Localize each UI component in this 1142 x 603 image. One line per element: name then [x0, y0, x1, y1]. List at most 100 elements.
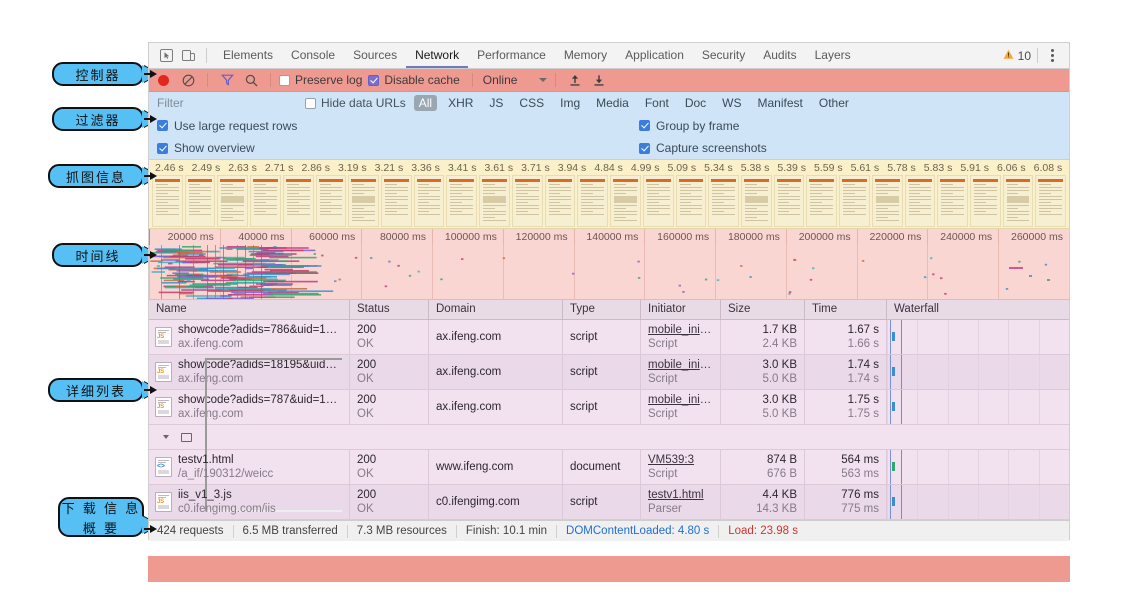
- dom-content-loaded-marker: [889, 390, 891, 424]
- throttling-select[interactable]: Online: [481, 73, 548, 87]
- filmstrip-frame[interactable]: [152, 175, 183, 227]
- type-filter-xhr[interactable]: XHR: [443, 95, 478, 111]
- name-cell[interactable]: JS showcode?adids=786&uid=1565... ax.ifeng…: [149, 320, 349, 354]
- network-overview-timeline[interactable]: 20000 ms 40000 ms 60000 ms 80000 ms 100000 m…: [149, 229, 1069, 300]
- filmstrip-frame[interactable]: [806, 175, 838, 227]
- filmstrip-frame[interactable]: [969, 175, 1001, 227]
- filmstrip-frame[interactable]: [904, 175, 936, 227]
- type-filter-js[interactable]: JS: [484, 95, 508, 111]
- tab-elements[interactable]: Elements: [214, 43, 282, 68]
- record-button[interactable]: [158, 74, 169, 86]
- initiator-link[interactable]: VM539:3: [648, 453, 713, 467]
- initiator-cell[interactable]: VM539:3 Script: [640, 450, 720, 484]
- filmstrip-frame[interactable]: [250, 175, 281, 227]
- use-large-request-rows-checkbox[interactable]: Use large request rows: [157, 119, 297, 133]
- filmstrip-frame[interactable]: [937, 175, 968, 227]
- warning-badge[interactable]: 10: [1003, 49, 1031, 63]
- initiator-cell[interactable]: mobile_inice...Script: [640, 355, 720, 389]
- table-row[interactable]: JS iis_v1_3.js c0.ifengimg.com/iis 200 OK c0.…: [149, 485, 1069, 520]
- filmstrip-frame[interactable]: [1002, 175, 1034, 227]
- tab-sources[interactable]: Sources: [344, 43, 406, 68]
- column-header-domain[interactable]: Domain: [428, 300, 562, 319]
- filmstrip-frame[interactable]: [184, 175, 216, 227]
- preserve-log-checkbox[interactable]: Preserve log: [279, 73, 362, 87]
- filmstrip-frame[interactable]: [348, 175, 380, 227]
- column-header-type[interactable]: Type: [562, 300, 640, 319]
- tab-network[interactable]: Network: [406, 43, 468, 68]
- column-header-name[interactable]: Name: [149, 300, 349, 319]
- filter-funnel-icon[interactable]: [216, 71, 238, 90]
- filmstrip-frame[interactable]: [577, 175, 609, 227]
- tab-audits[interactable]: Audits: [754, 43, 805, 68]
- type-filter-manifest[interactable]: Manifest: [753, 95, 808, 111]
- inspect-cursor-icon[interactable]: [155, 46, 177, 66]
- column-header-status[interactable]: Status: [349, 300, 428, 319]
- initiator-link[interactable]: mobile_inice...: [648, 393, 713, 407]
- type-filter-css[interactable]: CSS: [514, 95, 549, 111]
- filmstrip-frame[interactable]: [413, 175, 445, 227]
- initiator-link[interactable]: mobile_inice...: [648, 323, 713, 337]
- filmstrip-frame[interactable]: [773, 175, 805, 227]
- type-filter-other[interactable]: Other: [814, 95, 854, 111]
- import-har-icon[interactable]: [564, 71, 586, 90]
- filmstrip-frame[interactable]: [871, 175, 903, 227]
- column-header-initiator[interactable]: Initiator: [640, 300, 720, 319]
- filmstrip-frame[interactable]: [1035, 175, 1067, 227]
- filmstrip-frame[interactable]: [675, 175, 707, 227]
- filmstrip-frame[interactable]: [544, 175, 576, 227]
- group-by-frame-checkbox[interactable]: Group by frame: [639, 119, 739, 133]
- filter-input[interactable]: Filter: [157, 96, 305, 110]
- disable-cache-checkbox[interactable]: Disable cache: [368, 73, 460, 87]
- initiator-link[interactable]: testv1.html: [648, 488, 713, 502]
- capture-screenshots-checkbox[interactable]: Capture screenshots: [639, 141, 767, 155]
- filmstrip-frame[interactable]: [446, 175, 478, 227]
- table-row[interactable]: <> testv1.html/a_if/190312/weicc 200 OK www.…: [149, 450, 1069, 485]
- filmstrip-frame[interactable]: [708, 175, 739, 227]
- device-toolbar-icon[interactable]: [177, 46, 199, 66]
- tab-memory[interactable]: Memory: [555, 43, 616, 68]
- initiator-cell[interactable]: testv1.html Parser: [640, 485, 720, 519]
- filmstrip-frame[interactable]: [740, 175, 772, 227]
- search-icon[interactable]: [240, 71, 262, 90]
- type-filter-img[interactable]: Img: [555, 95, 585, 111]
- column-header-waterfall[interactable]: Waterfall: [886, 300, 1069, 319]
- network-request-table: Name Status Domain Type Initiator Size T…: [149, 300, 1069, 520]
- toolbar-divider: [206, 48, 207, 63]
- initiator-kind: Parser: [648, 503, 682, 515]
- initiator-cell[interactable]: mobile_inice...Script: [640, 390, 720, 424]
- type-filter-ws[interactable]: WS: [717, 95, 746, 111]
- show-overview-checkbox[interactable]: Show overview: [157, 141, 255, 155]
- filmstrip-frame[interactable]: [610, 175, 641, 227]
- table-group-row[interactable]: </span></div><div class="cell col-status…: [149, 358, 1069, 512]
- type-filter-all[interactable]: All: [413, 95, 438, 111]
- type-filter-doc[interactable]: Doc: [680, 95, 711, 111]
- filmstrip-frame[interactable]: [642, 175, 674, 227]
- type-filter-media[interactable]: Media: [591, 95, 634, 111]
- tab-security[interactable]: Security: [693, 43, 754, 68]
- filmstrip-frame[interactable]: [282, 175, 314, 227]
- initiator-cell[interactable]: mobile_inice...Script: [640, 320, 720, 354]
- filmstrip-frame[interactable]: [381, 175, 412, 227]
- filmstrip-frame[interactable]: [839, 175, 870, 227]
- hide-data-urls-checkbox[interactable]: Hide data URLs: [305, 96, 406, 110]
- clear-button[interactable]: [177, 71, 199, 90]
- filmstrip-frame[interactable]: [315, 175, 347, 227]
- kebab-menu-icon[interactable]: [1044, 49, 1061, 62]
- tab-layers[interactable]: Layers: [806, 43, 860, 68]
- summary-finish: Finish: 10.1 min: [455, 524, 556, 538]
- tab-application[interactable]: Application: [616, 43, 693, 68]
- table-row[interactable]: JS showcode?adids=786&uid=1565... ax.ifeng…: [149, 320, 1069, 355]
- filmstrip-frame[interactable]: [479, 175, 510, 227]
- tab-console[interactable]: Console: [282, 43, 344, 68]
- column-header-size[interactable]: Size: [720, 300, 804, 319]
- chevron-down-icon[interactable]: [163, 435, 169, 439]
- filmstrip-frame[interactable]: [511, 175, 543, 227]
- column-header-time[interactable]: Time: [804, 300, 886, 319]
- type-filter-font[interactable]: Font: [640, 95, 674, 111]
- tab-performance[interactable]: Performance: [468, 43, 555, 68]
- name-cell[interactable]: JS iis_v1_3.js c0.ifengimg.com/iis: [149, 485, 349, 519]
- name-cell[interactable]: <> testv1.html/a_if/190312/weicc: [149, 450, 349, 484]
- initiator-link[interactable]: mobile_inice...: [648, 358, 713, 372]
- export-har-icon[interactable]: [588, 71, 610, 90]
- filmstrip-frame[interactable]: [217, 175, 249, 227]
